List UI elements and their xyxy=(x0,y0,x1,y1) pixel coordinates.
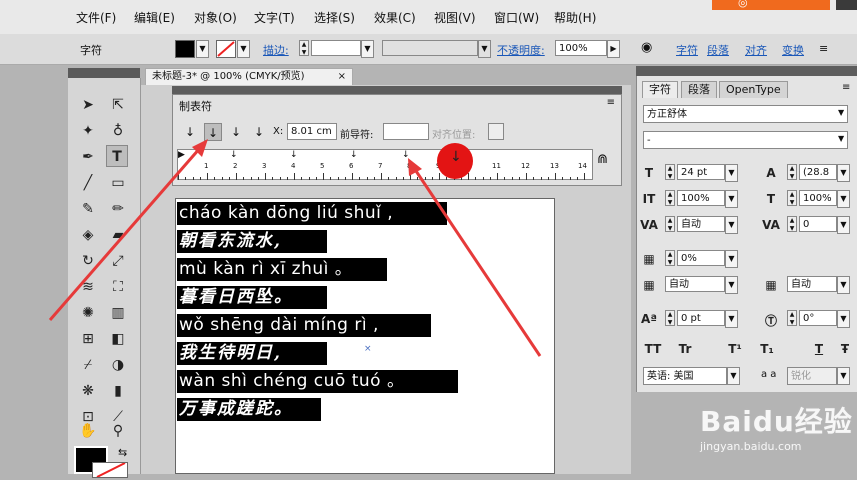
baseline-shift-input[interactable]: 0 pt xyxy=(677,310,725,326)
language-dropdown[interactable]: ▼ xyxy=(727,367,740,385)
tsume-icon: ▦ xyxy=(643,252,655,266)
character-panel-topbar[interactable] xyxy=(636,66,857,76)
horizontal-scale-icon: T xyxy=(766,192,776,206)
panel-menu-icon[interactable]: ≡ xyxy=(842,82,850,93)
leading-icon: A xyxy=(766,166,776,180)
all-caps-button[interactable]: TT xyxy=(643,342,663,356)
vertical-scale-stepper[interactable]: ▲ ▼ xyxy=(665,190,675,206)
horizontal-scale-dropdown[interactable]: ▼ xyxy=(837,190,850,208)
font-size-input[interactable]: 24 pt xyxy=(677,164,725,180)
rotation-input[interactable]: 0° xyxy=(799,310,837,326)
character-panel: 字符 段落 OpenType ≡ 方正舒体 ▼ - ▼ T ▲ ▼ 24 pt ▼… xyxy=(636,76,857,392)
aki-right-select[interactable]: 自动 xyxy=(787,276,837,292)
vertical-scale-input[interactable]: 100% xyxy=(677,190,725,206)
chevron-down-icon: ▼ xyxy=(838,108,845,117)
language-select[interactable]: 英语: 美国 xyxy=(643,367,727,385)
font-style-select[interactable]: - xyxy=(643,131,848,149)
rotation-stepper[interactable]: ▲ ▼ xyxy=(787,310,797,326)
anti-alias-icon: a a xyxy=(761,369,777,380)
kerning-icon: VA xyxy=(640,218,658,232)
anti-alias-dropdown[interactable]: ▼ xyxy=(837,367,850,385)
small-caps-button[interactable]: Tr xyxy=(675,342,695,356)
font-family-select[interactable]: 方正舒体 xyxy=(643,105,848,123)
character-rotation-icon: Ⓣ xyxy=(764,314,777,328)
leading-input[interactable]: (28.8 xyxy=(799,164,837,180)
aki-left-dropdown[interactable]: ▼ xyxy=(725,276,738,294)
tracking-input[interactable]: 0 xyxy=(799,216,837,232)
tsume-stepper[interactable]: ▲ ▼ xyxy=(665,250,675,266)
aki-right-dropdown[interactable]: ▼ xyxy=(837,276,850,294)
watermark-brand: Baidu经验 xyxy=(700,405,853,438)
kerning-input[interactable]: 自动 xyxy=(677,216,725,232)
font-size-stepper[interactable]: ▲ ▼ xyxy=(665,164,675,180)
kerning-dropdown[interactable]: ▼ xyxy=(725,216,738,234)
tab-character[interactable]: 字符 xyxy=(642,81,678,98)
red-arrow xyxy=(48,139,208,321)
leading-stepper[interactable]: ▲ ▼ xyxy=(787,164,797,180)
watermark-url: jingyan.baidu.com xyxy=(700,440,802,453)
tab-paragraph[interactable]: 段落 xyxy=(681,81,717,98)
baseline-shift-dropdown[interactable]: ▼ xyxy=(725,310,738,328)
aki-left-select[interactable]: 自动 xyxy=(665,276,725,292)
aki-left-icon: ▦ xyxy=(643,278,655,292)
baseline-shift-stepper[interactable]: ▲ ▼ xyxy=(665,310,675,326)
font-size-icon: T xyxy=(644,166,654,180)
vertical-scale-icon: IT xyxy=(642,192,656,206)
rotation-dropdown[interactable]: ▼ xyxy=(837,310,850,328)
subscript-button[interactable]: T₁ xyxy=(757,342,777,356)
watermark: Baidu经验 jingyan.baidu.com xyxy=(660,394,857,474)
vertical-scale-dropdown[interactable]: ▼ xyxy=(725,190,738,208)
leading-dropdown[interactable]: ▼ xyxy=(837,164,850,182)
horizontal-scale-input[interactable]: 100% xyxy=(799,190,837,206)
anti-alias-select[interactable]: 锐化 xyxy=(787,367,837,385)
font-size-dropdown[interactable]: ▼ xyxy=(725,164,738,182)
aki-right-icon: ▦ xyxy=(765,278,777,292)
tracking-stepper[interactable]: ▲ ▼ xyxy=(787,216,797,232)
horizontal-scale-stepper[interactable]: ▲ ▼ xyxy=(787,190,797,206)
tsume-input[interactable]: 0% xyxy=(677,250,725,266)
red-arrow xyxy=(408,158,542,357)
strikethrough-button[interactable]: Ŧ xyxy=(835,342,855,356)
tab-opentype[interactable]: OpenType xyxy=(719,81,788,98)
underline-button[interactable]: T xyxy=(809,342,829,356)
tracking-icon: VA xyxy=(762,218,780,232)
tracking-dropdown[interactable]: ▼ xyxy=(837,216,850,234)
baseline-shift-icon: Aª xyxy=(640,312,658,326)
chevron-down-icon: ▼ xyxy=(838,134,845,143)
kerning-stepper[interactable]: ▲ ▼ xyxy=(665,216,675,232)
tsume-dropdown[interactable]: ▼ xyxy=(725,250,738,268)
superscript-button[interactable]: T¹ xyxy=(725,342,745,356)
